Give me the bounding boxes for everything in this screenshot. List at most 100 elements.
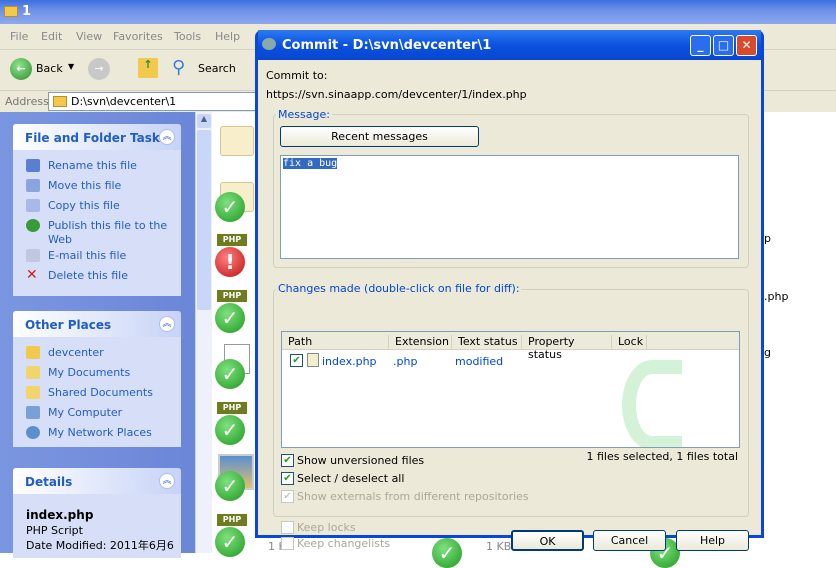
help-button[interactable]: Help xyxy=(676,530,749,551)
svn-ok-overlay-icon: ✓ xyxy=(215,359,245,389)
details-type: PHP Script xyxy=(26,524,83,537)
place-my-documents[interactable]: My Documents xyxy=(13,363,181,383)
back-button[interactable]: ← Back ▼ xyxy=(8,56,78,82)
show-unversioned-checkbox[interactable]: ✔ xyxy=(281,454,294,467)
window-title: 1 xyxy=(22,4,32,19)
svn-ok-overlay-icon: ✓ xyxy=(432,538,462,568)
documents-folder-icon xyxy=(26,366,40,379)
selection-summary: 1 files selected, 1 files total xyxy=(586,450,738,463)
back-arrow-icon: ← xyxy=(10,58,32,80)
details-modified: Date Modified: 2011年6月6 xyxy=(26,539,174,552)
menu-edit[interactable]: Edit xyxy=(41,30,62,43)
php-file-icon[interactable]: PHP xyxy=(217,234,247,246)
search-button[interactable]: ⚲ Search xyxy=(170,56,240,82)
commit-dialog: Commit - D:\svn\devcenter\1 _ □ ✕ Commit… xyxy=(255,30,764,551)
maximize-button[interactable]: □ xyxy=(713,35,734,56)
folder-icon xyxy=(4,6,18,17)
scroll-thumb[interactable] xyxy=(197,130,211,310)
place-shared-documents[interactable]: Shared Documents xyxy=(13,383,181,403)
panel-title: Other Places xyxy=(13,311,181,337)
file-name-fragment: g xyxy=(764,346,771,359)
menu-tools[interactable]: Tools xyxy=(174,30,201,43)
up-folder-icon[interactable]: ↑ xyxy=(138,58,158,78)
keep-changelists-label: Keep changelists xyxy=(297,537,391,550)
changes-group-label: Changes made (double-click on file for d… xyxy=(276,282,522,295)
table-header: Path Extension Text status Property stat… xyxy=(282,332,739,361)
dialog-title-bar[interactable]: Commit - D:\svn\devcenter\1 _ □ ✕ xyxy=(258,30,761,60)
dialog-body: Commit to: https://svn.sinaapp.com/devce… xyxy=(258,60,761,551)
keep-changelists-checkbox[interactable] xyxy=(281,537,294,550)
panel-title: Details xyxy=(13,468,181,494)
svn-ok-overlay-icon: ✓ xyxy=(215,192,245,222)
details-panel: Details ︽ index.php PHP Script Date Modi… xyxy=(13,468,181,558)
move-icon xyxy=(26,179,40,192)
svn-modified-overlay-icon: ! xyxy=(215,247,245,277)
task-publish[interactable]: Publish this file to the Web xyxy=(13,216,181,246)
folder-icon xyxy=(53,96,67,107)
collapse-icon[interactable]: ︽ xyxy=(159,316,175,332)
row-checkbox[interactable]: ✔ xyxy=(290,354,303,367)
collapse-icon[interactable]: ︽ xyxy=(159,129,175,145)
menu-file[interactable]: File xyxy=(10,30,28,43)
address-label: Address xyxy=(5,95,49,108)
column-path[interactable]: Path xyxy=(282,335,389,349)
forward-button[interactable]: → xyxy=(88,58,110,80)
place-network[interactable]: My Network Places xyxy=(13,423,181,443)
folder-icon[interactable] xyxy=(220,126,254,156)
task-email[interactable]: E-mail this file xyxy=(13,246,181,266)
recent-messages-button[interactable]: Recent messages xyxy=(280,126,479,147)
copy-icon xyxy=(26,199,40,212)
menu-help[interactable]: Help xyxy=(215,30,240,43)
computer-icon xyxy=(26,406,40,419)
menu-favorites[interactable]: Favorites xyxy=(113,30,163,43)
column-lock[interactable]: Lock xyxy=(612,335,647,349)
cancel-button[interactable]: Cancel xyxy=(593,530,666,551)
php-file-icon xyxy=(307,353,319,367)
explorer-title-bar: 1 xyxy=(0,0,836,24)
php-file-icon[interactable]: PHP xyxy=(217,290,247,302)
task-pane-scrollbar[interactable]: ▲ xyxy=(195,112,212,553)
folder-icon xyxy=(26,346,40,359)
scroll-up-icon[interactable]: ▲ xyxy=(197,114,211,128)
rename-icon xyxy=(26,159,40,172)
menu-view[interactable]: View xyxy=(76,30,102,43)
file-name-fragment: p xyxy=(764,232,771,245)
php-file-icon[interactable]: PHP xyxy=(217,402,247,414)
back-label: Back xyxy=(36,62,63,75)
network-icon xyxy=(26,426,40,439)
task-copy[interactable]: Copy this file xyxy=(13,196,181,216)
minimize-button[interactable]: _ xyxy=(690,35,711,56)
task-delete[interactable]: ✕ Delete this file xyxy=(13,266,181,286)
keep-locks-checkbox[interactable] xyxy=(281,521,294,534)
dialog-title: Commit - D:\svn\devcenter\1 xyxy=(282,38,492,53)
changes-table[interactable]: Path Extension Text status Property stat… xyxy=(281,331,740,448)
table-row[interactable]: ✔ index.php .php modified xyxy=(282,352,739,370)
task-rename[interactable]: Rename this file xyxy=(13,156,181,176)
watermark-logo-icon xyxy=(622,360,682,447)
show-externals-checkbox[interactable]: ✔ xyxy=(281,490,294,503)
commit-url: https://svn.sinaapp.com/devcenter/1/inde… xyxy=(266,88,527,101)
message-textarea[interactable]: fix a bug xyxy=(280,155,739,259)
show-externals-label: Show externals from different repositori… xyxy=(297,490,529,503)
search-label: Search xyxy=(198,62,236,75)
delete-icon: ✕ xyxy=(26,267,38,283)
keep-locks-label: Keep locks xyxy=(297,521,356,534)
close-button[interactable]: ✕ xyxy=(736,35,757,56)
file-folder-tasks-panel: File and Folder Tasks ︽ Rename this file… xyxy=(13,124,181,296)
place-my-computer[interactable]: My Computer xyxy=(13,403,181,423)
php-file-icon[interactable]: PHP xyxy=(217,514,247,526)
collapse-icon[interactable]: ︽ xyxy=(159,473,175,489)
column-text-status[interactable]: Text status xyxy=(452,335,522,349)
task-move[interactable]: Move this file xyxy=(13,176,181,196)
column-property-status[interactable]: Property status xyxy=(522,335,612,361)
back-dropdown-icon[interactable]: ▼ xyxy=(68,62,74,71)
column-extension[interactable]: Extension xyxy=(389,335,452,349)
email-icon xyxy=(26,249,40,262)
ok-button[interactable]: OK xyxy=(511,530,584,551)
address-input[interactable]: D:\svn\devcenter\1 xyxy=(48,92,258,111)
select-all-checkbox[interactable]: ✔ xyxy=(281,472,294,485)
place-devcenter[interactable]: devcenter xyxy=(13,343,181,363)
message-text: fix a bug xyxy=(283,158,338,169)
show-unversioned-label: Show unversioned files xyxy=(297,454,425,467)
search-icon: ⚲ xyxy=(172,57,186,78)
